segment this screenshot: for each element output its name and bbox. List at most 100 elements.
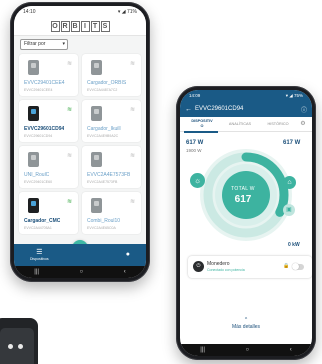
device-card-code: EVVC29401CEE4: [24, 88, 53, 92]
connected-device-card[interactable]: ⏻ Monedero Conectado con potencia 🔒: [188, 256, 312, 278]
nav-profile[interactable]: ●: [126, 251, 130, 259]
bottom-nav: ☰ Dispositivos ●: [14, 244, 146, 266]
home-power-value: 617 W: [283, 140, 301, 146]
charger-icon: [91, 106, 102, 121]
device-card-name: Combi_Roul10: [87, 218, 121, 224]
recents-button[interactable]: |||: [200, 347, 205, 353]
charger-icon: [91, 60, 102, 75]
connected-device-name: Monedero: [207, 261, 230, 267]
back-button[interactable]: ‹: [124, 269, 126, 275]
charger-icon: [28, 198, 39, 213]
orbis-logo: O R B I T S: [50, 21, 110, 32]
wifi-icon: ≋: [129, 107, 135, 113]
logo-letter: O: [50, 21, 60, 32]
device-detail-screen: 14:09 ▾ ◢ 75% ← EVVC29601CD94 ⓘ DISPOSIT…: [180, 90, 312, 356]
device-card-code: EVVC29401CE60: [24, 180, 53, 184]
device-title: EVVC29601CD94: [195, 106, 244, 112]
wifi-icon: ≋: [66, 61, 72, 67]
home-button[interactable]: ○: [80, 269, 84, 275]
charger-icon: [91, 198, 102, 213]
charger-panel: [0, 328, 34, 364]
filter-dropdown[interactable]: Filtrar por ▾: [20, 39, 68, 50]
home-icon[interactable]: ⌂: [283, 176, 296, 189]
home-button[interactable]: ○: [246, 347, 250, 353]
device-card[interactable]: ≋ EVVC29401CEE4 EVVC29401CEE4: [19, 54, 78, 96]
vehicle-power-value: 0 kW: [288, 242, 300, 248]
charger-icon: [28, 106, 39, 121]
tab-device[interactable]: DISPOSITIV O: [183, 119, 221, 129]
device-card-name: EVVC29401CEE4: [24, 80, 65, 86]
logo-letter: T: [90, 21, 100, 32]
filter-label: Filtrar por: [24, 41, 46, 47]
nav-devices[interactable]: ☰ Dispositivos: [30, 249, 49, 261]
logo-letter: B: [70, 21, 80, 32]
chevron-up-icon: ^: [244, 317, 248, 323]
logo-letter: I: [80, 21, 90, 32]
charger-icon: [91, 152, 102, 167]
device-card-code: EVVC2A4487A7C2: [87, 88, 118, 92]
tab-history[interactable]: HISTÓRICO: [259, 122, 297, 127]
nav-devices-label: Dispositivos: [30, 257, 49, 261]
gear-icon[interactable]: ⚙: [297, 121, 309, 127]
device-list-screen: 14:10 ▾ ◢ 71% O R B I T S Filtrar por ▾ …: [14, 6, 146, 278]
car-icon[interactable]: ▣: [283, 204, 295, 216]
back-arrow-icon[interactable]: ←: [185, 106, 195, 113]
wifi-icon: ≋: [129, 61, 135, 67]
device-grid: ≋ EVVC29401CEE4 EVVC29401CEE4 ≋ Cargador_ORB…: [14, 54, 146, 234]
status-bar: 14:10 ▾ ◢ 71%: [14, 6, 146, 18]
device-card-code: EVVC2A4E7573FB: [87, 180, 118, 184]
detail-tabs: DISPOSITIV O ANALÍTICAS HISTÓRICO ⚙: [180, 117, 312, 132]
device-toggle[interactable]: [292, 263, 304, 270]
status-time: 14:09: [189, 93, 201, 98]
device-card-name: Cargador_Ikuill: [87, 126, 121, 132]
device-card-code: EVVC2A4E9B9A2C: [87, 134, 119, 138]
device-card[interactable]: ≋ Cargador_CMC EVVC2A44705A1: [19, 192, 78, 234]
filter-row: Filtrar por ▾: [14, 36, 146, 54]
more-details-link[interactable]: ^ Más detalles: [180, 317, 312, 330]
device-card-name: Cargador_CMC: [24, 218, 61, 224]
charger-icon: [28, 152, 39, 167]
wifi-icon: ≋: [66, 107, 72, 113]
charger-device-photo: [0, 318, 38, 364]
device-card-code: EVVC2A4E65C0A: [87, 226, 116, 230]
sun-icon[interactable]: ☼: [190, 173, 205, 188]
device-card[interactable]: ≋ UNI_RoulC EVVC29401CE60: [19, 146, 78, 188]
system-nav-bar: ||| ○ ‹: [180, 344, 312, 356]
lock-icon[interactable]: 🔒: [283, 263, 289, 269]
info-icon[interactable]: ⓘ: [301, 105, 307, 114]
wifi-icon: ≋: [129, 199, 135, 205]
chevron-down-icon: ▾: [62, 41, 65, 47]
tab-analytics[interactable]: ANALÍTICAS: [221, 122, 259, 127]
solar-power-value: 617 W: [186, 140, 204, 146]
device-card-name: EVVC2A4E7573FB: [87, 172, 131, 178]
device-card[interactable]: ≋ Cargador_ORBIS EVVC2A4487A7C2: [82, 54, 141, 96]
user-icon: ●: [125, 251, 130, 258]
status-bar: 14:09 ▾ ◢ 75%: [180, 90, 312, 101]
charger-led: [8, 344, 13, 349]
plug-icon: ⏻: [193, 261, 204, 272]
more-details-label: Más detalles: [231, 324, 261, 330]
wifi-icon: ≋: [66, 199, 72, 205]
charger-icon: [28, 60, 39, 75]
status-time: 14:10: [23, 9, 36, 15]
active-tab-indicator: [184, 131, 218, 133]
device-card[interactable]: ≋ Cargador_Ikuill EVVC2A4E9B9A2C: [82, 100, 141, 142]
wifi-icon: ≋: [129, 153, 135, 159]
list-icon: ☰: [36, 249, 43, 256]
device-card[interactable]: ≋ EVVC2A4E7573FB EVVC2A4E7573FB: [82, 146, 141, 188]
charger-led: [18, 344, 23, 349]
recents-button[interactable]: |||: [34, 269, 39, 275]
phone-device-detail: 14:09 ▾ ◢ 75% ← EVVC29601CD94 ⓘ DISPOSIT…: [176, 86, 316, 360]
device-card-name: Cargador_ORBIS: [87, 80, 127, 86]
back-button[interactable]: ‹: [290, 347, 292, 353]
device-card-code: EVVC29601CD94: [24, 134, 53, 138]
status-icons: ▾ ◢ 75%: [285, 92, 303, 98]
device-card[interactable]: ≋ EVVC29601CD94 EVVC29601CD94: [19, 100, 78, 142]
logo-letter: S: [100, 21, 110, 32]
total-label: TOTAL W: [231, 186, 255, 192]
device-card[interactable]: ≋ Combi_Roul10 EVVC2A4E65C0A: [82, 192, 141, 234]
wifi-icon: ≋: [66, 153, 72, 159]
status-icons: ▾ ◢ 71%: [117, 9, 137, 15]
device-card-name: EVVC29601CD94: [24, 126, 65, 132]
system-nav-bar: ||| ○ ‹: [14, 266, 146, 278]
